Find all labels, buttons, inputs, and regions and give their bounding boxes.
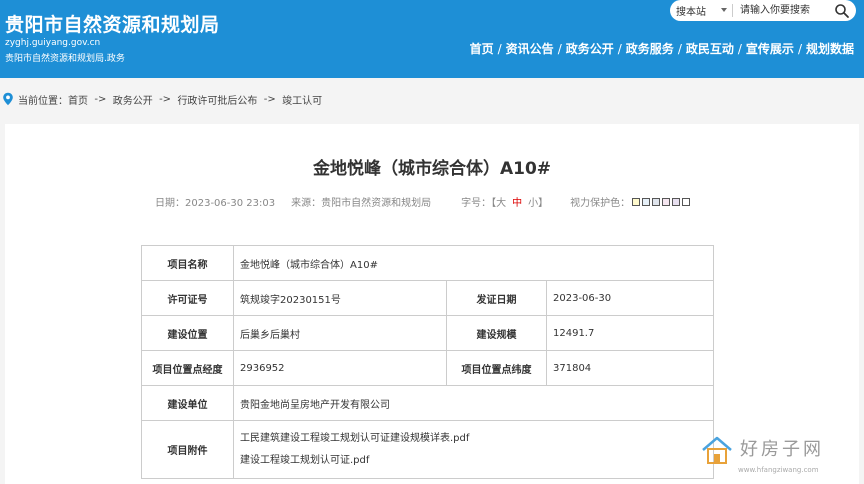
watermark-url: www.hfangziwang.com — [738, 466, 819, 474]
site-header: 贵阳市自然资源和规划局 zyghj.guiyang.gov.cn 贵阳市自然资源… — [0, 0, 864, 78]
nav-news[interactable]: 资讯公告 — [506, 40, 554, 57]
attachment-link[interactable]: 工民建筑建设工程竣工规划认可证建设规模详表.pdf — [240, 428, 707, 450]
house-icon — [702, 436, 732, 464]
vision-protect-label: 视力保护色： — [570, 198, 631, 209]
table-value: 12491.7 — [546, 315, 714, 351]
article-date: 日期：2023-06-30 23:03 — [155, 198, 276, 209]
table-label: 项目位置点经度 — [141, 350, 234, 386]
table-label: 许可证号 — [141, 280, 234, 316]
watermark-text: 好房子网 — [740, 439, 824, 460]
vision-color-swatch[interactable] — [672, 197, 681, 206]
nav-separator: / — [737, 41, 742, 56]
nav-separator: / — [617, 41, 622, 56]
table-value: 2936952 — [233, 350, 447, 386]
nav-separator: / — [677, 41, 682, 56]
vision-color-swatch[interactable] — [642, 197, 651, 206]
table-label: 项目附件 — [141, 420, 234, 479]
font-size-end: 】 — [538, 198, 549, 209]
search-bar: 搜本站 — [670, 0, 856, 21]
nav-promotion[interactable]: 宣传展示 — [746, 40, 794, 57]
site-title[interactable]: 贵阳市自然资源和规划局 — [5, 10, 220, 37]
font-size-big[interactable]: 大 — [496, 194, 506, 209]
table-row: 建设单位 贵阳金地尚呈房地产开发有限公司 — [141, 385, 714, 421]
search-input[interactable] — [740, 2, 830, 18]
breadcrumb-arrow: -> — [263, 93, 276, 105]
breadcrumb-permit[interactable]: 行政许可批后公布 — [177, 92, 257, 107]
table-value: 371804 — [546, 350, 714, 386]
vision-color-swatch[interactable] — [662, 197, 671, 206]
table-row: 建设位置 后巢乡后巢村 建设规模 12491.7 — [141, 315, 714, 351]
permit-table: 项目名称 金地悦峰（城市综合体）A10# 许可证号 筑规竣字20230151号 … — [141, 245, 714, 479]
table-value: 筑规竣字20230151号 — [233, 280, 447, 316]
nav-separator: / — [797, 41, 802, 56]
font-size-small[interactable]: 小 — [528, 194, 538, 209]
table-row: 项目名称 金地悦峰（城市综合体）A10# — [141, 245, 714, 281]
table-label: 项目名称 — [141, 245, 234, 281]
table-label: 项目位置点纬度 — [446, 350, 547, 386]
vision-color-swatch[interactable] — [682, 197, 691, 206]
vision-color-swatch[interactable] — [652, 197, 661, 206]
search-scope-select[interactable]: 搜本站 — [676, 3, 706, 18]
table-label: 建设单位 — [141, 385, 234, 421]
article-title: 金地悦峰（城市综合体）A10# — [312, 159, 552, 179]
table-row: 项目附件 工民建筑建设工程竣工规划认可证建设规模详表.pdf 建设工程竣工规划认… — [141, 420, 714, 479]
nav-interaction[interactable]: 政民互动 — [686, 40, 734, 57]
breadcrumb-gov-open[interactable]: 政务公开 — [113, 92, 153, 107]
breadcrumb-completion[interactable]: 竣工认可 — [282, 92, 322, 107]
article-meta: 日期：2023-06-30 23:03 来源：贵阳市自然资源和规划局 字号：【 … — [155, 194, 691, 209]
nav-home[interactable]: 首页 — [470, 40, 494, 57]
table-label: 建设位置 — [141, 315, 234, 351]
table-value: 2023-06-30 — [546, 280, 714, 316]
site-subtitle: 贵阳市自然资源和规划局.政务 — [5, 54, 125, 64]
nav-gov-open[interactable]: 政务公开 — [566, 40, 614, 57]
table-label: 发证日期 — [446, 280, 547, 316]
table-row: 许可证号 筑规竣字20230151号 发证日期 2023-06-30 — [141, 280, 714, 316]
breadcrumb-arrow: -> — [94, 93, 107, 105]
table-value: 金地悦峰（城市综合体）A10# — [233, 245, 714, 281]
chevron-down-icon[interactable] — [721, 8, 727, 12]
table-row: 项目位置点经度 2936952 项目位置点纬度 371804 — [141, 350, 714, 386]
site-domain: zyghj.guiyang.gov.cn — [5, 38, 101, 48]
article-card: 金地悦峰（城市综合体）A10# 日期：2023-06-30 23:03 来源：贵… — [5, 124, 859, 484]
breadcrumb-home[interactable]: 首页 — [68, 92, 88, 107]
nav-planning-data[interactable]: 规划数据 — [806, 40, 854, 57]
table-value: 贵阳金地尚呈房地产开发有限公司 — [233, 385, 714, 421]
location-pin-icon — [3, 92, 13, 106]
attachment-link[interactable]: 建设工程竣工规划认可证.pdf — [240, 450, 707, 472]
breadcrumb: 当前位置： 首页 -> 政务公开 -> 行政许可批后公布 -> 竣工认可 — [0, 88, 322, 110]
font-size-label: 字号：【 — [461, 198, 497, 209]
nav-separator: / — [497, 41, 502, 56]
article-source: 来源：贵阳市自然资源和规划局 — [291, 198, 432, 209]
main-nav: 首页 / 资讯公告 / 政务公开 / 政务服务 / 政民互动 / 宣传展示 / 规划数据 — [470, 40, 854, 57]
nav-gov-service[interactable]: 政务服务 — [626, 40, 674, 57]
vision-color-swatch[interactable] — [632, 197, 641, 206]
watermark: 好房子网 www.hfangziwang.com — [700, 433, 860, 478]
search-divider — [732, 4, 733, 17]
breadcrumb-arrow: -> — [159, 93, 172, 105]
breadcrumb-label: 当前位置： — [18, 95, 68, 107]
table-label: 建设规模 — [446, 315, 547, 351]
nav-separator: / — [557, 41, 562, 56]
table-value: 后巢乡后巢村 — [233, 315, 447, 351]
font-size-mid[interactable]: 中 — [512, 194, 522, 209]
search-icon[interactable] — [834, 3, 850, 19]
attachment-list: 工民建筑建设工程竣工规划认可证建设规模详表.pdf 建设工程竣工规划认可证.pd… — [233, 420, 714, 479]
